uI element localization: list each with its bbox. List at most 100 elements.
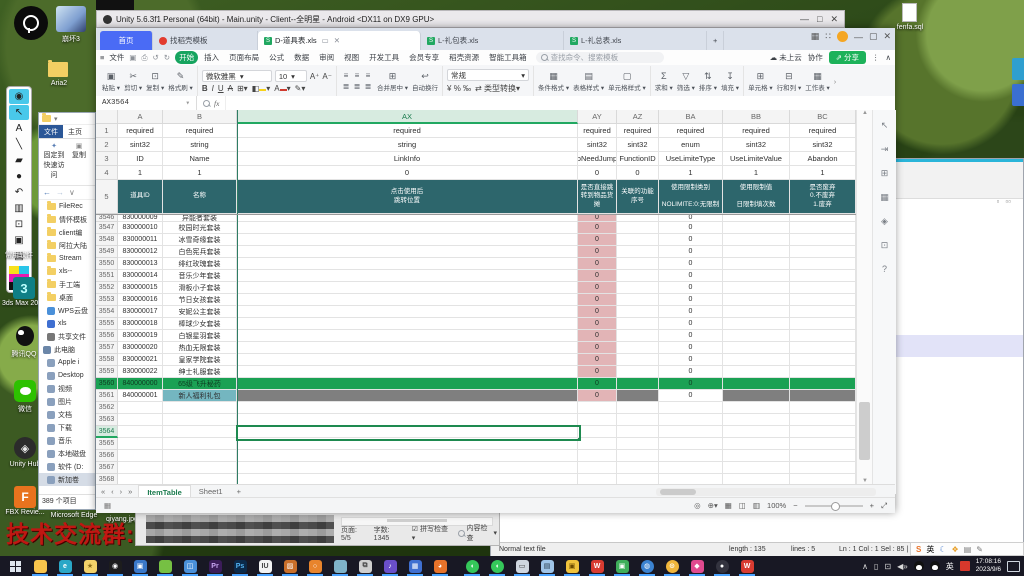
taskbar-firefox-icon[interactable]: ◕ (431, 558, 449, 574)
taskbar-photoshop-icon[interactable]: Ps (231, 558, 249, 574)
quick-access-6[interactable]: 手工端 (39, 278, 95, 291)
pc-item-9[interactable]: 新加卷 (39, 473, 95, 486)
bh3-icon[interactable] (56, 6, 86, 32)
taskbar-premiere-icon[interactable]: Pr (206, 558, 224, 574)
wps-maximize-button[interactable]: ▢ (869, 31, 878, 42)
zoom-slider[interactable] (805, 505, 863, 507)
ribbon-overflow-icon[interactable]: › (834, 66, 837, 97)
volume-icon[interactable]: ◀» (897, 562, 908, 571)
explorer-qat[interactable]: ▾ (39, 113, 95, 125)
cells-单元格[interactable]: ⊞单元格 ▾ (748, 72, 773, 92)
ribbon-tab-公式[interactable]: 公式 (265, 51, 288, 64)
ribbon-tab-审阅[interactable]: 审阅 (315, 51, 338, 64)
view-pagebreak-icon[interactable]: ◫ (739, 501, 746, 510)
merge-center-button[interactable]: ⊞合并居中 ▾ (377, 72, 408, 92)
window-mode-icon[interactable]: ▦ (811, 31, 820, 42)
quick-access-7[interactable]: 桌面 (39, 291, 95, 304)
display-icon[interactable]: ⊡ (884, 562, 891, 571)
taskbar-unity-icon[interactable]: ◉ (106, 558, 124, 574)
taskbar-wechat2-icon[interactable]: ◖ (488, 558, 506, 574)
tray-app-icon[interactable] (960, 561, 970, 571)
italic-button[interactable]: I (212, 84, 214, 93)
selection-sum-icon[interactable]: ⊕▾ (708, 501, 718, 510)
taskbar-android-icon[interactable] (156, 558, 174, 574)
formula-search-icon[interactable] (203, 100, 210, 107)
clipboard-格式刷[interactable]: ✎格式刷 ▾ (168, 72, 193, 92)
ribbon-tab-会员专享[interactable]: 会员专享 (405, 51, 443, 64)
edit-筛选[interactable]: ▽筛选 ▾ (677, 72, 695, 92)
taskbar-coin-app-icon[interactable]: ⊙ (663, 558, 681, 574)
line-tool-icon[interactable]: ╲ (9, 137, 29, 152)
ime-keyboard-icon[interactable]: ▤ (964, 545, 972, 554)
ime-skin-icon[interactable]: ❖ (952, 545, 959, 554)
tab-close-icon[interactable]: ✕ (334, 36, 340, 45)
name-box[interactable]: AX3564▾ (96, 96, 197, 110)
ime-tools-icon[interactable]: ✎ (976, 545, 983, 554)
taskbar-photos-icon[interactable]: ▣ (613, 558, 631, 574)
quick-access-3[interactable]: 阿拉大陆 (39, 239, 95, 252)
account-avatar[interactable] (837, 31, 848, 42)
taskbar-stack-icon[interactable]: ⧉ (356, 558, 374, 574)
wps-minimize-button[interactable]: — (854, 32, 863, 42)
eye-tool-icon[interactable]: ◉ (9, 89, 29, 104)
clipboard-剪切[interactable]: ✂剪切 ▾ (124, 72, 142, 92)
image-tool-icon[interactable]: ▣ (9, 233, 29, 248)
save-icon[interactable]: ▣ (129, 53, 136, 62)
pc-item-6[interactable]: 音乐 (39, 434, 95, 447)
number-format-select[interactable]: 常规▾ (447, 69, 529, 81)
ime-toolbar[interactable]: S 英 ☾ ❖ ▤ ✎ (910, 542, 1024, 556)
3dsmax-icon[interactable]: 3 (13, 277, 35, 299)
shared-folder[interactable]: 共享文件 (39, 330, 95, 343)
help-icon[interactable]: ? (882, 264, 887, 274)
underline-button[interactable]: U (218, 84, 224, 93)
pc-item-2[interactable]: 视频 (39, 382, 95, 395)
explorer-nav[interactable]: ←→∨ (39, 186, 95, 200)
ime-logo-icon[interactable]: S (916, 545, 921, 554)
vscroll-thumb[interactable] (859, 402, 870, 460)
grow-font-icon[interactable]: A⁺ (310, 70, 320, 82)
ime-moon-icon[interactable]: ☾ (939, 545, 946, 554)
taskbar-start-icon[interactable] (6, 558, 24, 574)
taskbar-iu-icon[interactable]: IU (256, 558, 274, 574)
taskbar-edge-icon[interactable]: e (56, 558, 74, 574)
taskbar-wechat-icon[interactable]: ◖ (463, 558, 481, 574)
doc-tab-4[interactable]: SL-礼总表.xls (564, 31, 707, 50)
cloud-status[interactable]: ☁ 未上云 (770, 52, 802, 63)
fenfa-sql-icon[interactable] (902, 3, 917, 22)
zoom-in-icon[interactable]: + (870, 501, 874, 510)
taskbar-explorer-icon[interactable] (31, 558, 49, 574)
eraser-tool-icon[interactable]: ▰ (9, 153, 29, 168)
share-button[interactable]: ⇗分享 (829, 51, 866, 64)
ribbon-tab-页面布局[interactable]: 页面布局 (225, 51, 263, 64)
taskbar-wps-icon[interactable]: W (588, 558, 606, 574)
doc-tab-0[interactable]: 首页 (100, 31, 153, 50)
aria2-icon[interactable] (48, 62, 68, 77)
unity-maximize-button[interactable]: □ (817, 14, 822, 24)
doc-tab-1[interactable]: 找稻壳模板 (153, 31, 258, 50)
font-size-select[interactable]: 10▾ (275, 70, 307, 82)
unity-close-button[interactable]: ✕ (830, 14, 838, 25)
ribbon-tab-开发工具[interactable]: 开发工具 (365, 51, 403, 64)
quick-access-5[interactable]: xls-- (39, 265, 95, 278)
wrap-text-button[interactable]: ↩自动换行 (412, 72, 438, 92)
prev-sheet-icon[interactable]: ‹ (111, 487, 114, 496)
view-layout-icon[interactable]: ▥ (753, 501, 760, 510)
zoom-out-icon[interactable]: − (793, 501, 797, 510)
pc-item-4[interactable]: 文档 (39, 408, 95, 421)
wps-close-button[interactable]: ✕ (883, 31, 891, 42)
pin-panel-icon[interactable]: ⇥ (881, 144, 889, 155)
ribbon-tab-插入[interactable]: 插入 (200, 51, 223, 64)
currency-icon[interactable]: ¥ % ‰ (447, 84, 471, 93)
shrink-font-icon[interactable]: A⁻ (322, 70, 332, 82)
quick-access-1[interactable]: 情怀模板 (39, 213, 95, 226)
file-menu[interactable]: 文件 (109, 52, 124, 63)
sidebar-collapse-icon[interactable]: ⊡ (881, 240, 889, 251)
edit-填充[interactable]: ↧填充 ▾ (721, 72, 739, 92)
tab-pin-icon[interactable]: ▭ (322, 36, 329, 45)
taskbar-dark-app-icon[interactable]: ● (713, 558, 731, 574)
style-单元格样式[interactable]: ▢单元格样式 ▾ (608, 72, 646, 92)
more-menu-icon[interactable]: ⋮ (872, 53, 880, 62)
edit-排序[interactable]: ⇅排序 ▾ (699, 72, 717, 92)
clock[interactable]: 17:08:162023/9/6 (976, 558, 1001, 575)
cells-工作表[interactable]: ▦工作表 ▾ (805, 72, 830, 92)
